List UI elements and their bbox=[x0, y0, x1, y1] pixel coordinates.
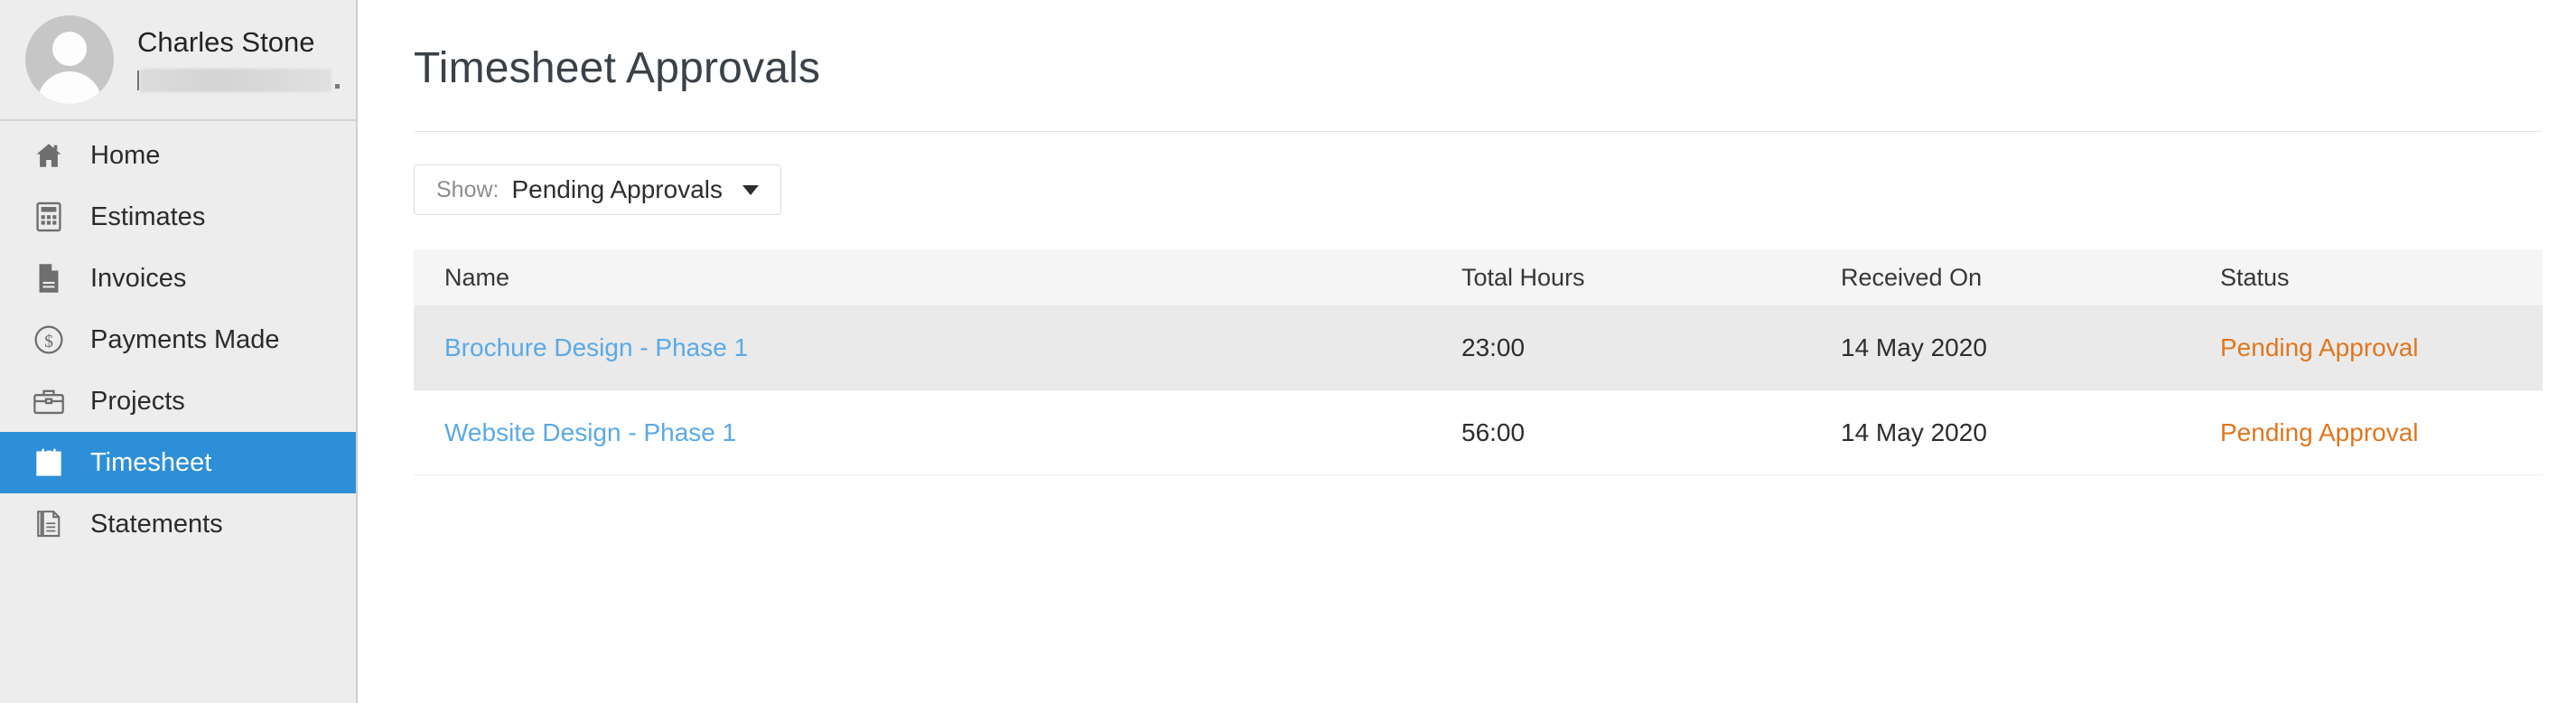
cell-received-on: 14 May 2020 bbox=[1841, 418, 2220, 447]
timesheet-name-link[interactable]: Brochure Design - Phase 1 bbox=[444, 333, 748, 361]
title-divider bbox=[414, 131, 2543, 132]
redaction-bar bbox=[140, 68, 331, 92]
filter-row: Show: Pending Approvals bbox=[414, 164, 2576, 215]
column-header-status: Status bbox=[2220, 263, 2290, 291]
cell-total-hours: 56:00 bbox=[1461, 418, 1841, 447]
sidebar-item-invoices[interactable]: Invoices bbox=[0, 248, 356, 309]
table-row[interactable]: Website Design - Phase 1 56:00 14 May 20… bbox=[414, 390, 2543, 475]
sidebar-item-label: Home bbox=[90, 140, 161, 170]
chevron-down-icon bbox=[742, 184, 759, 195]
timesheet-icon bbox=[31, 445, 67, 481]
show-filter-label: Show: bbox=[436, 176, 499, 202]
column-header-received-on: Received On bbox=[1841, 263, 1983, 291]
redaction-dot bbox=[335, 84, 340, 89]
sidebar-item-label: Invoices bbox=[90, 263, 187, 293]
cell-total-hours: 23:00 bbox=[1461, 333, 1841, 362]
user-name: Charles Stone bbox=[137, 26, 315, 59]
home-icon bbox=[31, 137, 67, 173]
cell-name: Brochure Design - Phase 1 bbox=[414, 333, 1461, 362]
page-title: Timesheet Approvals bbox=[414, 44, 821, 92]
sidebar-item-estimates[interactable]: Estimates bbox=[0, 186, 356, 248]
sidebar: Charles Stone Home Estimates Invoices $ … bbox=[0, 0, 358, 703]
status-badge: Pending Approval bbox=[2220, 417, 2419, 446]
cell-received-on: 14 May 2020 bbox=[1841, 333, 2220, 362]
sidebar-nav: Home Estimates Invoices $ Payments Made … bbox=[0, 121, 356, 555]
total-hours-value: 56:00 bbox=[1461, 417, 1526, 446]
sidebar-item-statements[interactable]: Statements bbox=[0, 493, 356, 555]
total-hours-value: 23:00 bbox=[1461, 333, 1526, 361]
column-header-name: Name bbox=[444, 263, 510, 291]
user-header[interactable]: Charles Stone bbox=[0, 0, 356, 121]
documents-stack-icon bbox=[31, 506, 67, 542]
status-badge: Pending Approval bbox=[2220, 333, 2419, 361]
avatar-head bbox=[52, 32, 87, 66]
received-on-value: 14 May 2020 bbox=[1841, 417, 1987, 446]
cell-status: Pending Approval bbox=[2220, 333, 2543, 362]
document-icon bbox=[31, 260, 67, 296]
main-content: Timesheet Approvals Show: Pending Approv… bbox=[358, 0, 2576, 703]
app-root: Charles Stone Home Estimates Invoices $ … bbox=[0, 0, 2576, 703]
avatar-body bbox=[37, 71, 102, 104]
received-on-value: 14 May 2020 bbox=[1841, 333, 1987, 361]
sidebar-item-label: Projects bbox=[90, 386, 185, 416]
user-email-redacted bbox=[137, 68, 340, 93]
timesheet-approvals-table: Name Total Hours Received On Status Broc… bbox=[414, 249, 2543, 475]
cell-name: Website Design - Phase 1 bbox=[414, 418, 1461, 447]
calculator-icon bbox=[31, 199, 67, 235]
user-meta: Charles Stone bbox=[137, 26, 340, 93]
timesheet-name-link[interactable]: Website Design - Phase 1 bbox=[444, 418, 736, 446]
cell-status: Pending Approval bbox=[2220, 418, 2543, 447]
text-cursor bbox=[137, 70, 139, 90]
sidebar-item-label: Estimates bbox=[90, 202, 206, 231]
dollar-circle-icon: $ bbox=[31, 322, 67, 358]
show-filter-dropdown[interactable]: Show: Pending Approvals bbox=[414, 164, 781, 215]
avatar bbox=[25, 15, 114, 104]
svg-text:$: $ bbox=[44, 333, 53, 352]
sidebar-item-label: Payments Made bbox=[90, 324, 280, 354]
sidebar-item-label: Timesheet bbox=[90, 447, 212, 477]
show-filter-value: Pending Approvals bbox=[511, 175, 723, 203]
sidebar-item-label: Statements bbox=[90, 509, 223, 539]
column-header-total-hours: Total Hours bbox=[1461, 263, 1585, 291]
sidebar-item-timesheet[interactable]: Timesheet bbox=[0, 432, 356, 493]
table-header-row: Name Total Hours Received On Status bbox=[414, 249, 2543, 305]
sidebar-item-home[interactable]: Home bbox=[0, 125, 356, 186]
sidebar-item-projects[interactable]: Projects bbox=[0, 370, 356, 432]
briefcase-icon bbox=[31, 383, 67, 419]
sidebar-item-payments-made[interactable]: $ Payments Made bbox=[0, 309, 356, 370]
table-row[interactable]: Brochure Design - Phase 1 23:00 14 May 2… bbox=[414, 305, 2543, 390]
